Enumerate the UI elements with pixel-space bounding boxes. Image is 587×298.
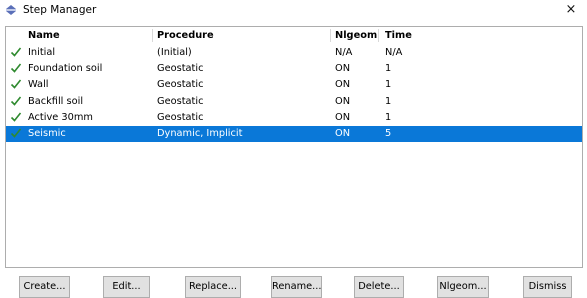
close-button[interactable]: × — [560, 1, 582, 19]
nlgeom-button[interactable]: Nlgeom... — [437, 276, 489, 298]
column-divider[interactable] — [330, 29, 331, 42]
column-divider[interactable] — [378, 29, 379, 42]
step-time: 5 — [385, 127, 392, 139]
table-body: Initial (Initial) N/A N/A Foundation soi… — [6, 45, 582, 143]
step-nlgeom: ON — [335, 95, 351, 107]
checkmark-icon — [10, 47, 22, 57]
step-name: Initial — [28, 47, 56, 58]
step-table: Name Procedure Nlgeom Time Initial (Init… — [5, 26, 583, 268]
step-time: 1 — [385, 95, 392, 107]
table-row-selected[interactable]: Seismic Dynamic, Implicit ON 5 — [6, 125, 582, 143]
checkmark-icon — [10, 128, 22, 138]
step-nlgeom: ON — [335, 127, 351, 139]
edit-button[interactable]: Edit... — [103, 276, 150, 298]
step-time: N/A — [385, 47, 403, 58]
step-procedure: Geostatic — [157, 63, 204, 75]
column-divider[interactable] — [152, 29, 153, 42]
dismiss-button[interactable]: Dismiss — [523, 276, 572, 298]
table-row[interactable]: Foundation soil Geostatic ON 1 — [6, 61, 582, 77]
step-time: 1 — [385, 63, 392, 75]
close-icon: × — [565, 2, 577, 17]
step-name: Seismic — [28, 127, 66, 139]
title-bar: Step Manager × — [0, 0, 587, 20]
column-header-time[interactable]: Time — [385, 30, 412, 41]
step-time: 1 — [385, 79, 392, 91]
table-header: Name Procedure Nlgeom Time — [6, 27, 582, 44]
step-nlgeom: ON — [335, 63, 351, 75]
step-procedure: Geostatic — [157, 111, 204, 123]
replace-button[interactable]: Replace... — [185, 276, 241, 298]
step-nlgeom: ON — [335, 79, 351, 91]
rename-button[interactable]: Rename... — [271, 276, 322, 298]
step-name: Wall — [28, 79, 49, 91]
checkmark-icon — [10, 79, 22, 90]
column-header-nlgeom[interactable]: Nlgeom — [335, 30, 377, 41]
step-nlgeom: N/A — [335, 47, 353, 58]
window-title: Step Manager — [23, 4, 97, 16]
step-name: Backfill soil — [28, 95, 84, 107]
step-procedure: Geostatic — [157, 95, 204, 107]
create-button[interactable]: Create... — [19, 276, 70, 298]
step-procedure: Geostatic — [157, 79, 204, 91]
delete-button[interactable]: Delete... — [354, 276, 404, 298]
step-name: Active 30mm — [28, 111, 93, 123]
checkmark-icon — [10, 63, 22, 73]
step-time: 1 — [385, 111, 392, 123]
checkmark-icon — [10, 96, 22, 106]
checkmark-icon — [10, 112, 22, 122]
table-row[interactable]: Initial (Initial) N/A N/A — [6, 45, 582, 61]
step-nlgeom: ON — [335, 111, 351, 123]
step-procedure: Dynamic, Implicit — [157, 127, 243, 139]
step-name: Foundation soil — [28, 63, 103, 75]
column-header-procedure[interactable]: Procedure — [157, 30, 214, 41]
table-row[interactable]: Backfill soil Geostatic ON 1 — [6, 94, 582, 110]
button-bar: Create... Edit... Replace... Rename... D… — [0, 276, 587, 298]
table-row[interactable]: Active 30mm Geostatic ON 1 — [6, 110, 582, 126]
step-manager-icon — [6, 5, 16, 15]
step-procedure: (Initial) — [157, 47, 192, 58]
table-row[interactable]: Wall Geostatic ON 1 — [6, 77, 582, 93]
column-header-name[interactable]: Name — [28, 30, 60, 41]
